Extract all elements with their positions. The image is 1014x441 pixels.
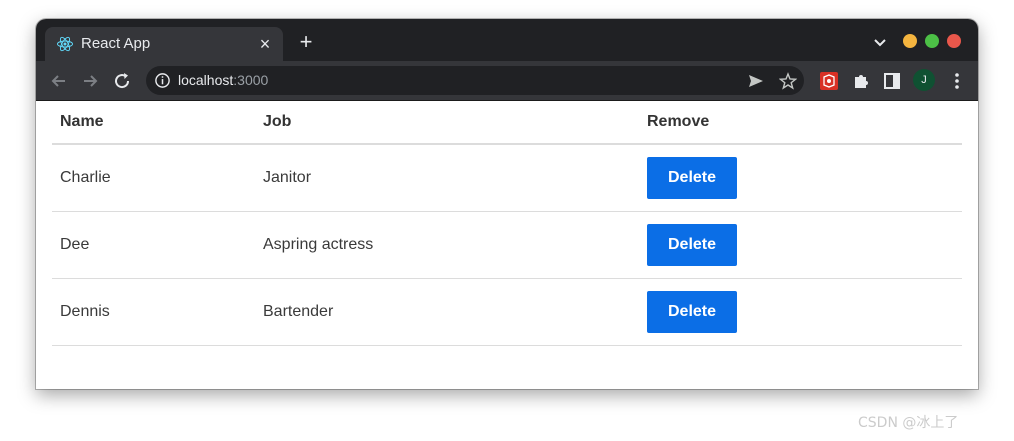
url-host: localhost [178,72,234,88]
characters-table: Name Job Remove Charlie Janitor Delete D… [52,101,962,346]
table-row: Dee Aspring actress Delete [52,211,962,279]
new-tab-icon[interactable]: + [294,31,318,55]
cell-name: Dee [52,211,255,279]
delete-button[interactable]: Delete [647,291,737,333]
send-icon[interactable] [747,72,765,90]
page-content: Name Job Remove Charlie Janitor Delete D… [36,100,978,389]
watermark-text: CSDN @冰上了 [858,415,959,431]
table-row: Dennis Bartender Delete [52,278,962,346]
table-header-row: Name Job Remove [52,101,962,145]
chevron-down-icon[interactable] [870,32,890,52]
info-icon[interactable] [154,72,171,89]
close-tab-icon[interactable]: × [255,34,275,54]
cell-job: Janitor [255,144,639,212]
header-name: Name [52,101,255,145]
tab-title: React App [81,35,151,52]
extensions-puzzle-icon[interactable] [851,71,871,91]
more-menu-icon[interactable] [947,71,967,91]
header-job: Job [255,101,639,145]
url-text: localhost:3000 [178,72,268,89]
cell-job: Bartender [255,278,639,346]
browser-window: React App × + localhost:3000 J Name Job … [36,19,978,389]
address-bar[interactable]: localhost:3000 [146,66,804,95]
forward-arrow-icon[interactable] [79,70,101,92]
tab-strip: React App × + [36,19,978,61]
cell-name: Charlie [52,144,255,212]
star-icon[interactable] [779,72,797,90]
cell-remove: Delete [639,144,962,212]
delete-button[interactable]: Delete [647,224,737,266]
close-window-button[interactable] [947,34,961,48]
extension-logo-icon[interactable] [819,71,839,91]
header-remove: Remove [639,101,962,145]
reload-icon[interactable] [111,70,133,92]
cell-job: Aspring actress [255,211,639,279]
react-logo-icon [57,36,73,52]
browser-toolbar: localhost:3000 J [36,61,978,100]
side-panel-icon[interactable] [882,71,902,91]
cell-name: Dennis [52,278,255,346]
table-row: Charlie Janitor Delete [52,144,962,212]
tab-react-app[interactable]: React App × [45,27,283,61]
maximize-window-button[interactable] [925,34,939,48]
profile-avatar[interactable]: J [913,69,935,91]
cell-remove: Delete [639,278,962,346]
url-port: :3000 [233,72,269,88]
cell-remove: Delete [639,211,962,279]
delete-button[interactable]: Delete [647,157,737,199]
minimize-window-button[interactable] [903,34,917,48]
back-arrow-icon[interactable] [48,70,70,92]
